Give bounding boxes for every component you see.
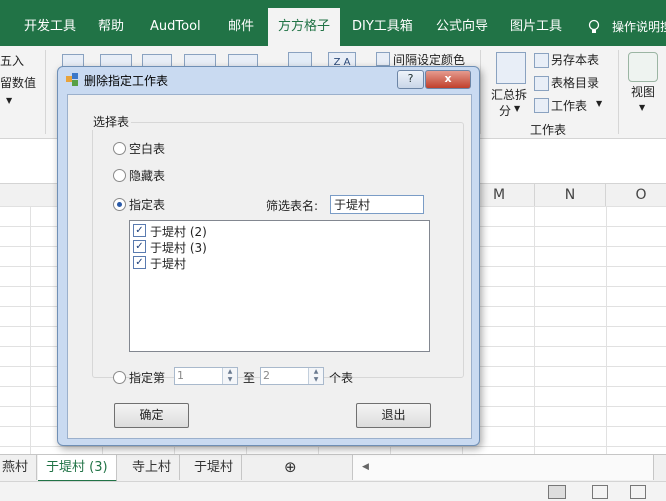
tab-picture-tools[interactable]: 图片工具 [500, 8, 572, 46]
directory-icon [534, 76, 549, 91]
tab-mail[interactable]: 邮件 [218, 8, 264, 46]
ribbon-divider [480, 50, 481, 134]
app-icon [66, 73, 78, 86]
stepper-down-icon[interactable]: ▼ [222, 376, 237, 384]
filter-label: 筛选表名: [266, 199, 319, 213]
tab-diy-toolbox[interactable]: DIY工具箱 [342, 8, 423, 46]
radio-hidden-label[interactable]: 隐藏表 [129, 167, 165, 184]
worksheet-button[interactable]: 工作表 [551, 97, 587, 114]
tab-fangfang[interactable]: 方方格子 [268, 8, 341, 46]
tab-developer[interactable]: 开发工具 [14, 8, 86, 46]
stepper-up-icon[interactable]: ▲ [222, 368, 237, 376]
scroll-left-icon[interactable]: ◀ [354, 455, 377, 480]
chevron-down-icon[interactable]: ▼ [639, 103, 645, 112]
add-sheet-icon[interactable]: ⊕ [276, 455, 305, 480]
view-icon[interactable] [628, 52, 658, 82]
sheet-tab-yudicun[interactable]: 于堤村 [186, 455, 243, 480]
ribbon-divider [618, 50, 619, 134]
chevron-down-icon[interactable]: ▼ [596, 99, 602, 108]
tab-formula-wizard[interactable]: 公式向导 [426, 8, 498, 46]
save-as-sheet-button[interactable]: 另存本表 [551, 51, 599, 68]
keep-value-label[interactable]: 留数值 [0, 74, 36, 91]
close-button[interactable]: x [425, 70, 471, 89]
delete-sheets-dialog: 删除指定工作表 ? x 选择表 空白表 隐藏表 指定表 筛选表名: 于堤村 ✓ … [57, 66, 480, 446]
stepper-up-icon[interactable]: ▲ [308, 368, 323, 376]
range-to-stepper[interactable]: 2 ▲ ▼ [260, 367, 324, 385]
title-bar [0, 0, 666, 8]
page-break-icon[interactable] [630, 485, 646, 499]
summary-split-button-line2[interactable]: 分 [499, 102, 511, 119]
view-button[interactable]: 视图 [631, 83, 655, 100]
radio-specified-label[interactable]: 指定表 [129, 196, 165, 213]
radio-range-label[interactable]: 指定第 [129, 369, 165, 386]
group-label: 选择表 [91, 113, 132, 130]
exit-button[interactable]: 退出 [356, 403, 431, 428]
sheet-tab-sishangcun[interactable]: 寺上村 [124, 455, 181, 480]
filter-name-input[interactable]: 于堤村 [330, 195, 424, 214]
radio-blank-label[interactable]: 空白表 [129, 140, 165, 157]
stepper-down-icon[interactable]: ▼ [308, 376, 323, 384]
range-unit-label: 个表 [329, 371, 354, 385]
summary-split-icon[interactable] [496, 52, 526, 84]
summary-split-button[interactable]: 汇总拆 [491, 86, 527, 103]
dialog-body: 选择表 空白表 隐藏表 指定表 筛选表名: 于堤村 ✓ 于堤村 (2) ✓ 于堤… [67, 94, 472, 439]
normal-view-icon[interactable] [548, 485, 566, 499]
ok-button[interactable]: 确定 [114, 403, 189, 428]
help-button[interactable]: ? [397, 70, 424, 89]
status-bar [0, 481, 666, 501]
sheet-list[interactable]: ✓ 于堤村 (2) ✓ 于堤村 (3) ✓ 于堤村 [129, 220, 430, 352]
chevron-down-icon[interactable]: ▼ [514, 104, 520, 113]
checkbox[interactable]: ✓ [133, 256, 146, 269]
worksheet-icon [534, 98, 549, 113]
checkbox[interactable]: ✓ [133, 224, 146, 237]
radio-range[interactable] [113, 371, 126, 384]
checkbox[interactable]: ✓ [133, 240, 146, 253]
radio-blank[interactable] [113, 142, 126, 155]
dialog-title: 删除指定工作表 [84, 74, 169, 88]
tab-audtool[interactable]: AudTool [140, 8, 211, 46]
column-header-o[interactable]: O [606, 184, 666, 206]
lightbulb-icon[interactable] [588, 8, 600, 46]
group-label-worksheet: 工作表 [530, 123, 567, 137]
tell-me-search[interactable]: 操作说明搜 [612, 8, 666, 46]
radio-hidden[interactable] [113, 169, 126, 182]
round-label[interactable]: 五入 [0, 52, 24, 69]
sheet-tab-bar: 燕村 于堤村 (3) 寺上村 于堤村 ⊕ ⋮ ◀ [0, 454, 666, 482]
range-from-stepper[interactable]: 1 ▲ ▼ [174, 367, 238, 385]
color-fill-icon [376, 52, 390, 66]
ribbon-divider [45, 50, 46, 134]
column-header-n[interactable]: N [535, 184, 606, 206]
chevron-down-icon[interactable]: ▼ [6, 96, 12, 105]
sheet-directory-button[interactable]: 表格目录 [551, 74, 599, 91]
sheet-tab-yudicun-3[interactable]: 于堤村 (3) [38, 455, 117, 482]
page-layout-icon[interactable] [592, 485, 608, 499]
radio-specified[interactable] [113, 198, 126, 211]
tab-help[interactable]: 帮助 [88, 8, 134, 46]
save-sheet-icon [534, 53, 549, 68]
sheet-tab-yancun[interactable]: 燕村 [0, 455, 38, 480]
horizontal-scrollbar[interactable] [352, 455, 654, 480]
range-to-label: 至 [243, 371, 256, 385]
ribbon-tab-bar: 开发工具 帮助 AudTool 邮件 方方格子 DIY工具箱 公式向导 图片工具… [0, 8, 666, 46]
